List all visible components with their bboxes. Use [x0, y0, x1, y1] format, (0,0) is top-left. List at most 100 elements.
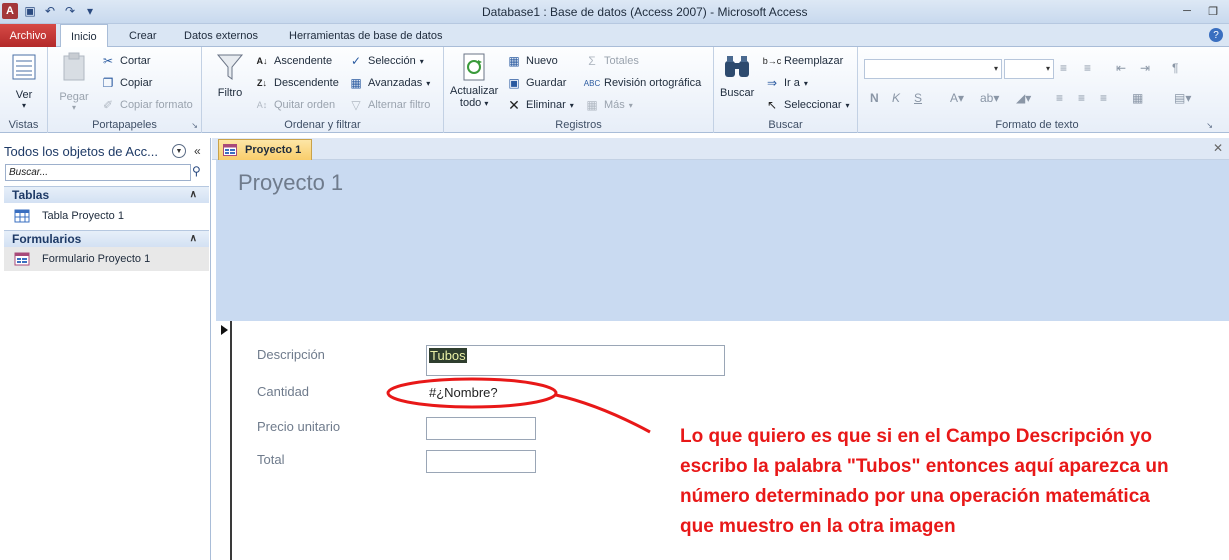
font-size-combo[interactable]: ▾ — [1004, 59, 1054, 79]
collapse-pane-icon[interactable]: « — [194, 144, 201, 158]
revision-button[interactable]: ABC Revisión ortográfica — [584, 75, 701, 91]
close-icon[interactable]: ✕ — [1213, 141, 1223, 155]
nuevo-button[interactable]: ▦ Nuevo — [506, 53, 557, 69]
increase-indent-icon[interactable]: ⇥ — [1140, 61, 1150, 75]
redo-icon[interactable]: ↷ — [62, 3, 78, 19]
nav-category-formularios[interactable]: Formularios ∧ — [4, 230, 209, 247]
tab-inicio[interactable]: Inicio — [60, 24, 108, 48]
align-right-icon[interactable]: ≡ — [1100, 91, 1107, 105]
descripcion-field[interactable]: Tubos — [426, 345, 725, 376]
guardar-button[interactable]: ▣ Guardar — [506, 75, 566, 91]
eliminar-button[interactable]: ✕ Eliminar ▾ — [506, 97, 574, 113]
customize-qat-icon[interactable]: ▾ — [82, 3, 98, 19]
seleccionar-button[interactable]: ↖ Seleccionar ▾ — [764, 97, 850, 113]
dialog-launcher-icon[interactable]: ↘ — [1206, 121, 1213, 130]
fill-color-icon[interactable]: ◢▾ — [1016, 91, 1031, 105]
nav-category-tablas[interactable]: Tablas ∧ — [4, 186, 209, 203]
copiar-button[interactable]: ❐ Copiar — [100, 75, 153, 91]
highlight-icon[interactable]: ab▾ — [980, 91, 999, 105]
underline-button[interactable]: S — [914, 91, 922, 105]
align-center-icon[interactable]: ≡ — [1078, 91, 1085, 105]
quitar-orden-button[interactable]: A↕ Quitar orden — [254, 97, 335, 113]
sum-icon: Σ — [588, 54, 596, 68]
avanzadas-button[interactable]: ▦ Avanzadas ▾ — [348, 75, 430, 91]
bullets-icon[interactable]: ≡ — [1060, 61, 1067, 75]
scissors-icon: ✂ — [102, 54, 114, 68]
nav-search-input[interactable]: Buscar... — [5, 164, 191, 181]
search-icon[interactable]: ⚲ — [192, 164, 201, 178]
replace-icon: b→c — [762, 56, 782, 66]
totales-button[interactable]: Σ Totales — [584, 53, 639, 69]
font-name-combo[interactable]: ▾ — [864, 59, 1002, 79]
precio-unitario-field[interactable] — [426, 417, 536, 440]
restore-icon[interactable]: ❐ — [1201, 2, 1225, 20]
copiar-formato-button[interactable]: ✐ Copiar formato — [100, 97, 193, 113]
ribbon: Ver ▾ Vistas Pegar ▾ ✂ Cortar ❐ Copiar ✐… — [0, 47, 1229, 133]
actualizar-button[interactable]: Actualizar todo ▾ — [450, 51, 498, 109]
ver-button[interactable]: Ver ▾ — [8, 51, 40, 110]
tab-crear[interactable]: Crear — [129, 24, 157, 47]
document-tab-proyecto[interactable]: Proyecto 1 — [218, 139, 312, 160]
alternate-row-icon[interactable]: ▤▾ — [1174, 91, 1191, 105]
window-title: Database1 : Base de datos (Access 2007) … — [482, 5, 808, 19]
seleccionar-label: Seleccionar — [784, 99, 842, 111]
group-vistas: Ver ▾ Vistas — [0, 47, 48, 133]
record-selector[interactable] — [214, 321, 232, 560]
group-label-formato: Formato de texto — [995, 119, 1079, 131]
buscar-button[interactable]: Buscar — [720, 51, 754, 99]
format-painter-icon: ✐ — [102, 98, 114, 112]
clear-sort-icon: A↕ — [256, 100, 268, 110]
collapse-icon[interactable]: ∧ — [190, 231, 197, 247]
save-icon[interactable]: ▣ — [22, 3, 38, 19]
total-field[interactable] — [426, 450, 536, 473]
reemplazar-label: Reemplazar — [784, 55, 844, 67]
new-record-icon: ▦ — [508, 54, 520, 68]
decrease-indent-icon[interactable]: ⇤ — [1116, 61, 1126, 75]
filter-icon — [214, 51, 246, 83]
group-ordenar-filtrar: Filtro A↓ Ascendente Z↓ Descendente A↕ Q… — [202, 47, 444, 133]
bold-button[interactable]: N — [870, 91, 879, 105]
numbering-icon[interactable]: ≡ — [1084, 61, 1091, 75]
access-app-icon[interactable]: A — [2, 3, 18, 19]
dialog-launcher-icon[interactable]: ↘ — [191, 121, 198, 130]
font-color-icon[interactable]: A▾ — [950, 91, 964, 105]
collapse-icon[interactable]: ∧ — [190, 187, 197, 203]
ir-a-button[interactable]: ⇒ Ir a ▾ — [764, 75, 808, 91]
cortar-button[interactable]: ✂ Cortar — [100, 53, 151, 69]
mas-button[interactable]: ▦ Más ▾ — [584, 97, 632, 113]
chevron-down-icon[interactable]: ▼ — [172, 144, 186, 158]
seleccion-button[interactable]: ✓ Selección ▾ — [348, 53, 424, 69]
nav-header[interactable]: Todos los objetos de Acc... ▼ « — [4, 140, 209, 162]
chevron-down-icon: ▾ — [993, 64, 998, 73]
undo-icon[interactable]: ↶ — [42, 3, 58, 19]
align-left-icon[interactable]: ≡ — [1056, 91, 1063, 105]
nav-category-label: Formularios — [12, 232, 82, 246]
gridlines-icon[interactable]: ▦ — [1132, 91, 1143, 105]
pegar-button[interactable]: Pegar ▾ — [58, 51, 90, 112]
descendente-button[interactable]: Z↓ Descendente — [254, 75, 339, 91]
tab-datos-externos[interactable]: Datos externos — [184, 24, 258, 47]
filtro-label: Filtro — [217, 87, 243, 99]
help-icon[interactable]: ? — [1209, 28, 1223, 42]
eliminar-label: Eliminar — [526, 99, 566, 111]
avanzadas-label: Avanzadas — [368, 77, 423, 89]
group-label-vistas: Vistas — [8, 119, 39, 131]
binoculars-icon — [721, 51, 753, 83]
nav-item-formulario-proyecto[interactable]: Formulario Proyecto 1 — [4, 247, 209, 271]
minimize-icon[interactable]: ─ — [1175, 2, 1199, 20]
tab-archivo[interactable]: Archivo — [0, 24, 56, 47]
reemplazar-button[interactable]: b→c Reemplazar — [762, 53, 844, 69]
italic-button[interactable]: K — [892, 91, 900, 105]
alternar-filtro-button[interactable]: ▽ Alternar filtro — [348, 97, 430, 113]
annotation-line: escribo la palabra "Tubos" entonces aquí… — [680, 456, 1169, 477]
nav-item-tabla-proyecto[interactable]: Tabla Proyecto 1 — [4, 204, 209, 228]
ascendente-button[interactable]: A↓ Ascendente — [254, 53, 333, 69]
quitar-orden-label: Quitar orden — [274, 99, 336, 111]
paragraph-icon[interactable]: ¶ — [1172, 61, 1178, 75]
filtro-button[interactable]: Filtro — [214, 51, 246, 99]
tab-herramientas[interactable]: Herramientas de base de datos — [289, 24, 442, 47]
clipboard-icon — [58, 51, 90, 83]
group-label-ordenar: Ordenar y filtrar — [284, 119, 361, 131]
cantidad-field[interactable]: #¿Nombre? — [426, 381, 536, 404]
ribbon-tab-row: Archivo Inicio Crear Datos externos Herr… — [0, 24, 1229, 48]
